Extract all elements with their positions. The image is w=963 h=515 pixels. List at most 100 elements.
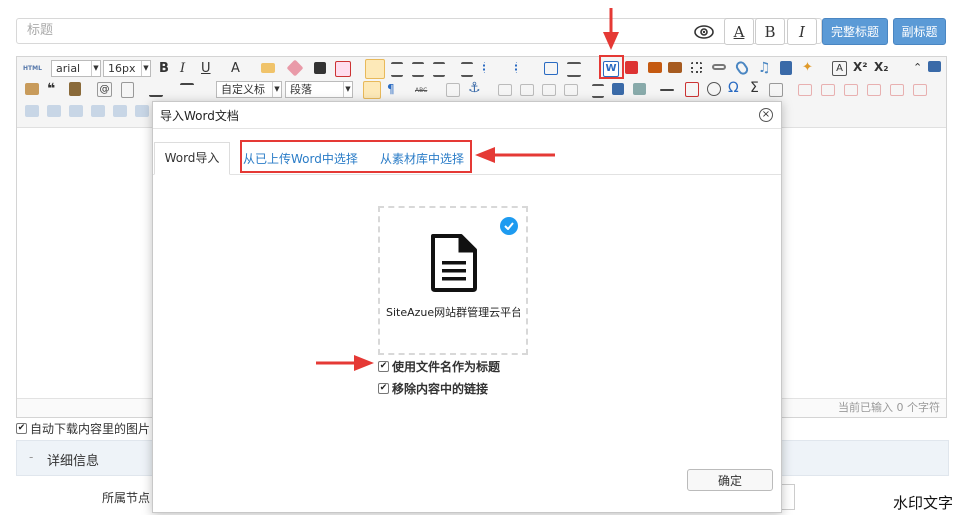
font-color-icon[interactable]: A — [231, 61, 246, 76]
delete-row-icon[interactable] — [844, 84, 858, 96]
align-left-icon[interactable] — [365, 59, 385, 79]
image-none-icon[interactable] — [542, 84, 556, 96]
anchor-at-icon[interactable]: @ — [97, 82, 112, 97]
video-icon[interactable] — [780, 61, 792, 75]
delete-col-icon[interactable] — [867, 84, 881, 96]
image-icon[interactable] — [648, 62, 662, 73]
attachment-icon[interactable] — [733, 59, 751, 77]
image-center-icon[interactable] — [564, 84, 578, 96]
use-filename-option[interactable]: ✔ 使用文件名作为标题 — [378, 358, 500, 375]
dialog-title: 导入Word文档 — [160, 109, 239, 123]
wordimage-icon[interactable] — [592, 84, 604, 98]
indent-icon[interactable] — [461, 62, 473, 77]
auto-download-option[interactable]: ✔ 自动下载内容里的图片 — [16, 420, 150, 437]
font-size-select[interactable]: 16px ▼ — [103, 60, 151, 77]
blockquote-icon[interactable]: ❝ — [47, 82, 62, 97]
insert-row-icon[interactable] — [798, 84, 812, 96]
music-icon[interactable]: ♫ — [758, 61, 773, 76]
arrow-left-to-tabs — [475, 147, 555, 163]
fullscreen-icon[interactable] — [928, 61, 941, 72]
scrawl-icon[interactable] — [612, 83, 624, 95]
spellcheck-icon[interactable]: ABC — [415, 87, 427, 94]
custom-title-select[interactable]: 自定义标 ▼ — [216, 81, 282, 98]
magic-wand-icon[interactable]: ✦ — [802, 61, 817, 76]
auto-download-label: 自动下载内容里的图片 — [30, 422, 151, 436]
save-icon[interactable] — [69, 82, 81, 96]
formula-icon[interactable]: Σ — [750, 81, 765, 96]
insert-col-icon[interactable] — [821, 84, 835, 96]
word-file-card[interactable]: SiteAzue网站群管理云平台 — [378, 206, 528, 355]
search-replace-icon[interactable] — [769, 83, 783, 97]
remove-links-option[interactable]: ✔ 移除内容中的链接 — [378, 380, 488, 397]
file-name: SiteAzue网站群管理云平台 — [386, 306, 520, 319]
text-box-icon[interactable]: A — [832, 61, 847, 76]
tabs-highlight-box — [240, 140, 472, 173]
ltr-direction-icon[interactable] — [363, 81, 381, 99]
insert-table-icon[interactable] — [544, 62, 558, 75]
ordered-list-icon[interactable] — [483, 62, 503, 73]
close-icon[interactable]: × — [759, 108, 773, 122]
subscript-icon[interactable]: X₂ — [874, 60, 889, 75]
line-height-icon[interactable] — [567, 62, 581, 77]
remove-links-label: 移除内容中的链接 — [392, 382, 489, 396]
row-spacing-top-icon[interactable] — [149, 83, 163, 97]
table-op-4-icon[interactable] — [91, 105, 105, 117]
preview-eye-icon[interactable] — [692, 20, 716, 44]
align-right-icon[interactable] — [412, 62, 424, 77]
gallery-icon[interactable] — [668, 62, 682, 73]
font-family-select[interactable]: arial ▼ — [51, 60, 101, 77]
remove-links-checkbox[interactable]: ✔ — [378, 383, 389, 394]
merge-cell-icon[interactable] — [913, 84, 927, 96]
sub-title-button[interactable]: 副标题 — [893, 18, 946, 45]
superscript-icon[interactable]: X² — [853, 60, 868, 75]
anchor-icon[interactable]: ⚓ — [468, 81, 483, 96]
html-source-icon[interactable]: HTML — [23, 65, 42, 72]
import-word-dialog: 导入Word文档 × Word导入 从已上传Word中选择 从素材库中选择 Si… — [152, 101, 782, 513]
table-op-2-icon[interactable] — [47, 105, 61, 117]
collapse-up-icon[interactable]: ⌃ — [913, 60, 928, 75]
time-icon[interactable] — [707, 82, 721, 96]
horizontal-line-icon[interactable] — [660, 89, 674, 91]
italic-icon[interactable]: I — [180, 61, 195, 76]
details-collapse-icon[interactable]: - — [29, 450, 33, 464]
page-icon[interactable] — [121, 82, 134, 98]
pagebreak-icon[interactable] — [446, 83, 460, 97]
eraser-icon[interactable] — [286, 59, 304, 77]
title-italic-button[interactable]: I — [787, 18, 817, 45]
arrow-down-to-word-icon — [603, 8, 619, 50]
title-bold-button[interactable]: B — [755, 18, 785, 45]
format-painter-icon[interactable] — [25, 83, 39, 95]
underline-icon[interactable]: U — [201, 61, 216, 76]
date-icon[interactable] — [685, 82, 699, 97]
paragraph-format-select[interactable]: 段落 ▼ — [285, 81, 353, 98]
table-op-6-icon[interactable] — [135, 105, 149, 117]
auto-download-checkbox[interactable]: ✔ — [16, 423, 27, 434]
link-icon[interactable] — [712, 64, 726, 70]
align-justify-icon[interactable] — [433, 62, 445, 77]
highlight-color-icon[interactable] — [261, 63, 275, 73]
tab-word-import[interactable]: Word导入 — [154, 142, 230, 175]
row-spacing-bottom-icon[interactable] — [180, 83, 194, 97]
image-left-icon[interactable] — [498, 84, 512, 96]
node-label: 所属节点 — [102, 491, 151, 505]
use-filename-checkbox[interactable]: ✔ — [378, 361, 389, 372]
title-color-button[interactable]: A — [724, 18, 754, 45]
split-cell-icon[interactable] — [890, 84, 904, 96]
full-title-button[interactable]: 完整标题 — [822, 18, 888, 45]
selected-check-icon — [500, 217, 518, 235]
pdf-icon[interactable] — [625, 61, 638, 74]
table-grid-icon[interactable] — [314, 62, 326, 74]
qrcode-icon[interactable] — [691, 62, 702, 73]
table-op-1-icon[interactable] — [25, 105, 39, 117]
table-op-5-icon[interactable] — [113, 105, 127, 117]
table-op-3-icon[interactable] — [69, 105, 83, 117]
unordered-list-icon[interactable] — [515, 62, 535, 73]
special-char-icon[interactable]: Ω — [728, 81, 743, 96]
rtl-direction-icon[interactable]: ¶ — [387, 83, 402, 98]
template-icon[interactable] — [335, 61, 351, 77]
snapscreen-icon[interactable] — [633, 83, 646, 95]
image-right-icon[interactable] — [520, 84, 534, 96]
align-center-icon[interactable] — [391, 62, 403, 77]
bold-icon[interactable]: B — [159, 61, 174, 76]
confirm-button[interactable]: 确定 — [687, 469, 773, 491]
